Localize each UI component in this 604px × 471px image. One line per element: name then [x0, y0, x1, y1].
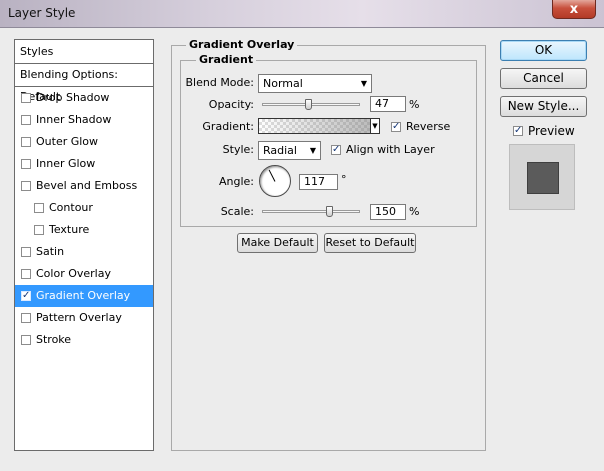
style-item-checkbox[interactable]: [21, 93, 31, 103]
preview-swatch: [527, 162, 559, 194]
new-style-button[interactable]: New Style...: [500, 96, 587, 117]
style-item-label: Gradient Overlay: [36, 289, 131, 302]
style-item-checkbox[interactable]: [34, 225, 44, 235]
style-item-label: Contour: [49, 201, 93, 214]
cancel-button[interactable]: Cancel: [500, 68, 587, 89]
styles-panel: Styles Blending Options: Default Drop Sh…: [14, 39, 154, 451]
style-item-gradient-overlay[interactable]: Gradient Overlay: [15, 285, 153, 307]
style-item-label: Satin: [36, 245, 65, 258]
style-item-bevel-and-emboss[interactable]: Bevel and Emboss: [15, 175, 153, 197]
ok-button[interactable]: OK: [500, 40, 587, 61]
style-item-label: Stroke: [36, 333, 72, 346]
style-item-label: Inner Glow: [36, 157, 96, 170]
reverse-checkbox-row[interactable]: Reverse: [391, 120, 450, 133]
angle-label: Angle:: [218, 175, 254, 188]
style-item-contour[interactable]: Contour: [15, 197, 153, 219]
style-item-checkbox[interactable]: [34, 203, 44, 213]
style-item-inner-glow[interactable]: Inner Glow: [15, 153, 153, 175]
window-title: Layer Style: [8, 6, 76, 20]
style-item-checkbox[interactable]: [21, 269, 31, 279]
preview-label: Preview: [528, 124, 575, 138]
style-item-checkbox[interactable]: [21, 115, 31, 125]
style-item-checkbox[interactable]: [21, 137, 31, 147]
preview-checkbox[interactable]: [513, 124, 523, 137]
opacity-slider-thumb[interactable]: [305, 99, 313, 110]
make-default-button[interactable]: Make Default: [237, 233, 318, 253]
style-item-drop-shadow[interactable]: Drop Shadow: [15, 87, 153, 109]
style-item-inner-shadow[interactable]: Inner Shadow: [15, 109, 153, 131]
chevron-down-icon: ▼: [360, 79, 367, 88]
style-item-stroke[interactable]: Stroke: [15, 329, 153, 351]
opacity-label: Opacity:: [208, 98, 254, 111]
style-item-checkbox[interactable]: [21, 335, 31, 345]
style-item-outer-glow[interactable]: Outer Glow: [15, 131, 153, 153]
chevron-down-icon: ▼: [372, 122, 378, 130]
style-item-texture[interactable]: Texture: [15, 219, 153, 241]
chevron-down-icon: ▼: [309, 146, 316, 155]
scale-slider-thumb[interactable]: [325, 206, 333, 217]
angle-unit: °: [341, 173, 347, 186]
style-select[interactable]: Radial ▼: [258, 141, 321, 160]
style-item-label: Texture: [49, 223, 90, 236]
align-checkbox-row[interactable]: Align with Layer: [331, 143, 435, 156]
style-item-checkbox[interactable]: [21, 159, 31, 169]
gradient-swatch[interactable]: [258, 118, 371, 134]
gradient-label: Gradient:: [202, 120, 254, 133]
style-item-label: Inner Shadow: [36, 113, 112, 126]
style-item-label: Color Overlay: [36, 267, 111, 280]
blending-options-item[interactable]: Blending Options: Default: [15, 64, 153, 103]
blend-mode-select[interactable]: Normal ▼: [258, 74, 372, 93]
style-preview: [509, 144, 575, 210]
gradient-overlay-title: Gradient Overlay: [186, 38, 298, 51]
scale-label: Scale:: [220, 205, 254, 218]
style-list: Drop Shadow Inner Shadow Outer Glow Inner G…: [15, 87, 153, 351]
align-with-layer-checkbox[interactable]: [331, 143, 341, 156]
style-item-checkbox[interactable]: [21, 313, 31, 323]
style-label: Style:: [222, 143, 254, 156]
blend-mode-value: Normal: [263, 77, 303, 90]
angle-input[interactable]: 117: [299, 174, 338, 190]
style-value: Radial: [263, 144, 297, 157]
style-item-color-overlay[interactable]: Color Overlay: [15, 263, 153, 285]
angle-dial[interactable]: [259, 165, 291, 197]
style-item-label: Bevel and Emboss: [36, 179, 138, 192]
align-with-layer-label: Align with Layer: [346, 143, 435, 156]
blend-mode-label: Blend Mode:: [185, 76, 255, 89]
opacity-input[interactable]: 47: [370, 96, 406, 112]
styles-header[interactable]: Styles: [15, 40, 153, 64]
opacity-unit: %: [409, 98, 420, 111]
style-item-checkbox[interactable]: [21, 289, 31, 302]
scale-unit: %: [409, 205, 420, 218]
style-item-checkbox[interactable]: [21, 247, 31, 257]
reset-to-default-button[interactable]: Reset to Default: [324, 233, 416, 253]
style-item-label: Pattern Overlay: [36, 311, 122, 324]
style-item-pattern-overlay[interactable]: Pattern Overlay: [15, 307, 153, 329]
style-item-satin[interactable]: Satin: [15, 241, 153, 263]
style-item-checkbox[interactable]: [21, 181, 31, 191]
gradient-subgroup-title: Gradient: [196, 53, 257, 66]
style-item-label: Outer Glow: [36, 135, 99, 148]
reverse-checkbox[interactable]: [391, 120, 401, 133]
reverse-label: Reverse: [406, 120, 451, 133]
preview-checkbox-row[interactable]: Preview: [513, 124, 575, 138]
gradient-dropdown-button[interactable]: ▼: [370, 118, 380, 134]
angle-needle-icon: [268, 169, 276, 182]
style-item-label: Drop Shadow: [36, 91, 110, 104]
scale-input[interactable]: 150: [370, 204, 406, 220]
title-bar: Layer Style x: [0, 0, 604, 28]
scale-slider-track[interactable]: [262, 210, 360, 213]
close-button[interactable]: x: [552, 0, 596, 19]
close-icon: x: [569, 1, 579, 17]
